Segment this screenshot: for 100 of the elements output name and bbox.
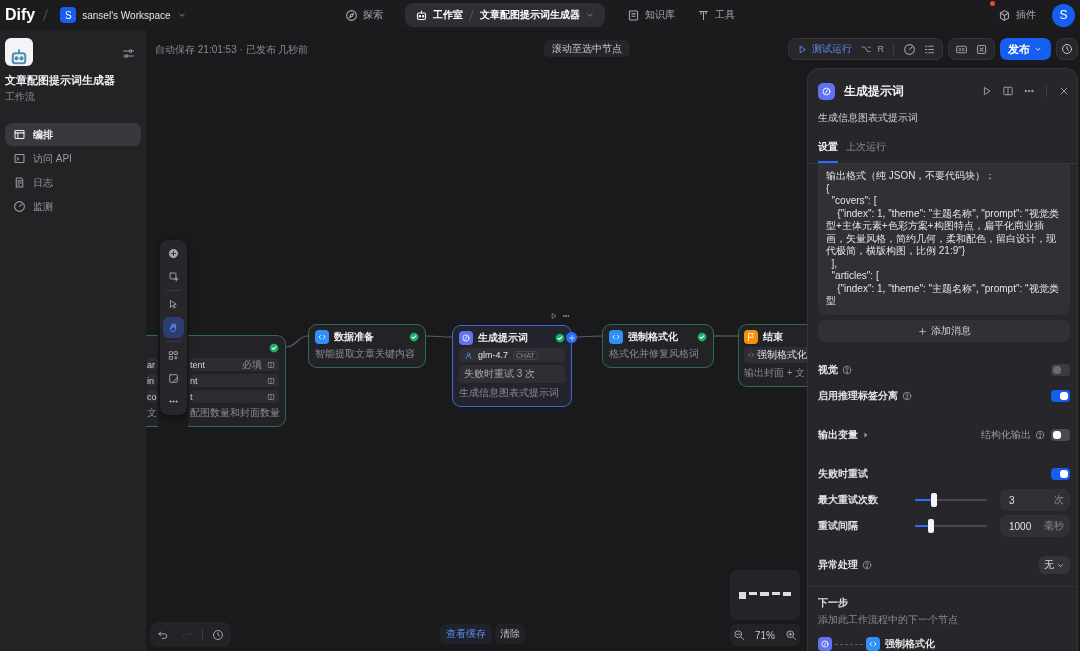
columns-icon[interactable] — [1002, 85, 1014, 97]
help-icon — [1035, 430, 1045, 440]
slider-thumb[interactable] — [927, 519, 934, 533]
scroll-to-node-button[interactable]: 滚动至选中节点 — [544, 40, 630, 57]
add-message-button[interactable]: 添加消息 — [818, 320, 1070, 342]
node-description: 格式化并修复风格词 — [609, 347, 700, 361]
hand-button[interactable] — [163, 317, 184, 338]
dropdown[interactable]: 无 — [1039, 556, 1070, 574]
gauge-icon — [13, 200, 26, 213]
variable-name: ar — [147, 359, 156, 370]
hand-icon[interactable] — [168, 322, 179, 333]
sidebar-item[interactable]: 编排 — [5, 123, 141, 146]
play-icon[interactable] — [981, 85, 993, 97]
grid-icon[interactable] — [168, 350, 179, 361]
history-button[interactable] — [1056, 38, 1078, 60]
caret-icon[interactable] — [862, 431, 870, 439]
number-field[interactable]: 3 次 — [1000, 489, 1070, 511]
setting-label: 视觉 — [818, 363, 838, 377]
next-node[interactable]: 强制格式化 — [866, 637, 935, 651]
workflow-node[interactable]: 数据准备 智能提取文章关键内容 — [308, 324, 426, 368]
chevron-icon[interactable] — [1033, 44, 1043, 54]
toggle-switch[interactable] — [1051, 429, 1070, 441]
clock-icon[interactable] — [1061, 43, 1073, 55]
field-value: 3 — [1009, 494, 1015, 506]
setting-label: 结构化输出 — [981, 428, 1031, 442]
gauge-icon[interactable] — [903, 42, 916, 56]
shortcut-key: ⌥ — [860, 44, 871, 54]
node-description: 生成信息图表式提示词 — [459, 386, 560, 400]
toggle-switch[interactable] — [1051, 468, 1070, 480]
note-icon[interactable] — [168, 271, 179, 282]
code-icon — [747, 351, 755, 359]
variable-name: 强制格式化 — [757, 348, 807, 362]
compass-icon — [345, 8, 358, 22]
variable-name: nt — [190, 375, 198, 386]
studio-link[interactable]: 工作室 — [409, 4, 469, 26]
prompt-editor[interactable]: 输出格式（纯 JSON，不要代码块）： { "covers": [ {"index": 1, "theme": "主题名称", "prompt": "视觉类型+主体元素+色彩方案+构图特点，扁平化商业插画，矢量风格，简约几何，柔和配色，留白设计，现代极简，横版构图，比例 21:9"} ], "articles": [ {"index": 1, "theme": "主题名称", "prompt": "视觉类型 — [818, 164, 1070, 315]
nav-tab[interactable]: 工具 — [691, 4, 741, 26]
panel-description: 生成信息图表式提示词 — [818, 111, 919, 125]
workflow-node[interactable]: 结束 强制格式化 输出封面 + 文 — [738, 324, 807, 387]
settings-icon[interactable] — [122, 47, 135, 60]
node-description: 智能提取文章关键内容 — [315, 347, 416, 361]
terminal-icon — [13, 152, 26, 165]
llm-icon — [459, 331, 473, 345]
app-switcher[interactable]: 文章配图提示词生成器 — [474, 4, 601, 26]
shortcut-key: R — [877, 44, 884, 54]
number-field[interactable]: 1000 毫秒 — [1000, 515, 1070, 537]
nav-tab[interactable]: 知识库 — [621, 4, 681, 26]
plus-circle-icon[interactable] — [168, 248, 179, 259]
slider-thumb[interactable] — [930, 493, 937, 507]
node-title: 数据准备 — [334, 330, 374, 344]
publish-button[interactable]: 发布 — [1000, 38, 1051, 60]
close-icon[interactable] — [1058, 85, 1070, 97]
setting-label: 启用推理标签分离 — [818, 389, 898, 403]
layout-icon — [13, 128, 26, 141]
more-icon[interactable] — [562, 312, 570, 320]
logo[interactable]: Dify — [5, 6, 36, 24]
tab[interactable]: 上次运行 — [846, 135, 886, 163]
nav-tab[interactable]: 探索 — [339, 4, 389, 26]
model-icon — [464, 350, 473, 360]
app-type: 工作流 — [5, 90, 36, 104]
required-label: 必填 — [242, 357, 262, 372]
unit-label: 次 — [1054, 493, 1064, 507]
setting-label: 输出变量 — [818, 428, 858, 442]
workflow-node[interactable]: 强制格式化 格式化并修复风格词 — [602, 324, 714, 368]
plugins-button[interactable]: 插件 — [992, 4, 1042, 26]
clear-button[interactable]: 清除 — [495, 624, 525, 644]
play-icon[interactable] — [550, 312, 558, 320]
chevron-icon[interactable] — [176, 10, 187, 20]
panel-title: 生成提示词 — [844, 82, 904, 100]
sidebar-item[interactable]: 日志 — [5, 171, 141, 194]
node-overview-drawing — [739, 591, 791, 599]
field-icon — [267, 392, 275, 401]
workspace-avatar[interactable]: S — [60, 7, 77, 23]
setting-label: 异常处理 — [818, 558, 858, 572]
setting-label: 失败时重试 — [818, 467, 868, 481]
flag-icon — [744, 330, 758, 344]
field-icon — [267, 360, 275, 369]
pointer-icon[interactable] — [168, 299, 179, 310]
plus-icon[interactable] — [917, 326, 927, 336]
unit-label: 毫秒 — [1044, 519, 1064, 533]
map-icon[interactable] — [168, 373, 179, 384]
robot-icon — [415, 8, 428, 22]
add-handle[interactable] — [566, 332, 577, 343]
sidebar-item[interactable]: 访问 API — [5, 147, 141, 170]
toggle-switch[interactable] — [1051, 390, 1070, 402]
user-avatar[interactable]: S — [1052, 3, 1075, 27]
app-icon[interactable] — [5, 38, 33, 66]
zoom-out-icon[interactable] — [733, 629, 745, 641]
node-description: 配图数量和封面数量 — [190, 406, 279, 420]
workspace-name[interactable]: sansel's Workspace — [82, 9, 171, 21]
model-name: glm-4.7 — [478, 350, 508, 360]
test-run-button[interactable]: 测试运行 — [794, 40, 854, 58]
view-cache-button[interactable]: 查看缓存 — [440, 624, 492, 644]
sidebar-item[interactable]: 监测 — [5, 195, 141, 218]
llm-icon — [818, 82, 835, 100]
close-box-icon[interactable] — [975, 42, 988, 56]
zoom-in-icon[interactable] — [785, 629, 797, 641]
workflow-node[interactable]: tent 必填 nt t 配图数量和封面数量 — [188, 335, 286, 427]
variable-name: co — [147, 391, 158, 402]
retry-info: 失败时重试 3 次 — [459, 365, 565, 383]
